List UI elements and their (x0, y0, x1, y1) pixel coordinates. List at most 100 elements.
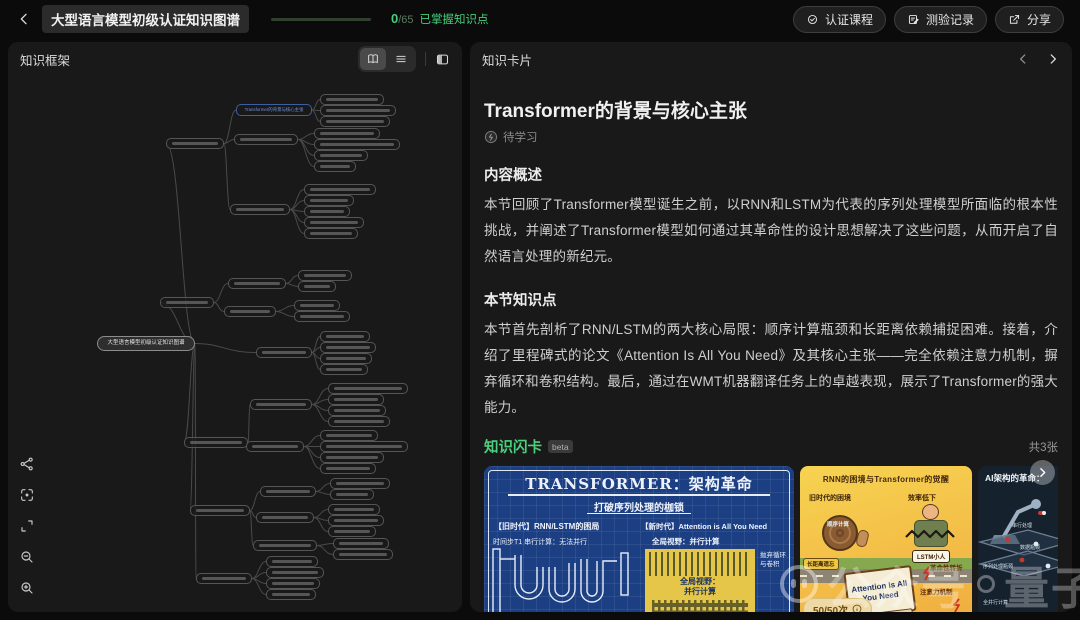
mindmap-node[interactable] (328, 394, 384, 405)
mindmap-toolbar (19, 456, 35, 596)
mindmap-node[interactable] (304, 228, 358, 239)
mindmap-node[interactable] (314, 128, 380, 139)
mindmap-node[interactable] (256, 347, 312, 358)
progress-count: 0 /65 已掌握知识点 (391, 11, 489, 27)
flashcard-quota-badge[interactable]: 50/50次 (803, 598, 872, 612)
share-graph-icon (19, 456, 35, 472)
mindmap-node[interactable] (330, 478, 390, 489)
mindmap-node[interactable] (320, 94, 384, 105)
graph-layout-button[interactable] (19, 456, 35, 472)
next-card-button[interactable] (1046, 52, 1060, 66)
mindmap-node[interactable] (234, 134, 298, 145)
mindmap-node[interactable] (266, 567, 324, 578)
mindmap-node[interactable] (298, 281, 336, 292)
flashcard-tech[interactable]: AI架构的革命： 串行处理 数据瓶颈 序列处理瓶颈 全并行计算 ✓ RNN CN… (978, 466, 1058, 612)
mindmap-node[interactable] (228, 278, 286, 289)
mindmap-node[interactable] (328, 504, 380, 515)
mindmap-node[interactable] (266, 589, 316, 600)
mindmap-node[interactable] (320, 331, 370, 342)
mindmap-node[interactable] (314, 139, 400, 150)
back-button[interactable] (16, 11, 32, 27)
mindmap-node[interactable] (320, 342, 376, 353)
certification-course-button[interactable]: 认证课程 (793, 6, 886, 33)
prev-card-button[interactable] (1016, 52, 1030, 66)
mindmap-node[interactable] (196, 573, 252, 584)
flashcard-blueprint[interactable]: TRANSFORMER：架构革命 打破序列处理的枷锁 【旧时代】RNN/LSTM… (484, 466, 794, 612)
flashcard-comic[interactable]: RNN的困境与Transformer的觉醒 旧时代的困境 效率低下 顺序计算 L… (800, 466, 972, 612)
mindmap-node[interactable] (328, 383, 408, 394)
mindmap-node[interactable] (304, 217, 364, 228)
fc3-seq-bottleneck: 序列处理瓶颈 (983, 563, 1013, 570)
mindmap-node[interactable] (184, 437, 248, 448)
fc1-serial-label: 时间步T1 串行计算：无法并行 (493, 537, 587, 547)
mindmap-node[interactable] (320, 430, 378, 441)
mindmap-node[interactable] (298, 270, 352, 281)
fc1-rule-2 (587, 513, 691, 514)
mindmap-active-node[interactable]: Transformer的背景与核心主张 (236, 104, 312, 116)
mindmap-node[interactable] (304, 195, 354, 206)
mindmap-root-node[interactable]: 大型语言模型初级认证知识图谱 (97, 336, 195, 351)
mindmap-node[interactable] (328, 515, 384, 526)
mindmap-node[interactable] (294, 311, 350, 322)
chevron-left-icon (1016, 52, 1030, 66)
mindmap-node[interactable] (328, 405, 386, 416)
mindmap-node[interactable] (328, 416, 390, 427)
fullscreen-button[interactable] (19, 518, 35, 534)
focus-center-button[interactable] (19, 487, 35, 503)
mindmap-node[interactable] (333, 549, 393, 560)
zoom-in-button[interactable] (19, 580, 35, 596)
mindmap-node[interactable] (266, 578, 320, 589)
mindmap-node[interactable] (304, 184, 376, 195)
mindmap-node[interactable] (333, 538, 389, 549)
mindmap-node[interactable] (250, 399, 312, 410)
mindmap-node[interactable] (266, 556, 318, 567)
mindmap-node[interactable] (253, 540, 317, 551)
map-view-button[interactable] (360, 48, 386, 70)
mindmap-node[interactable] (314, 161, 356, 172)
mindmap-node[interactable] (304, 206, 350, 217)
fc1-rule (508, 494, 770, 496)
fc1-subtitle: 打破序列处理的枷锁 (484, 499, 794, 514)
fc1-global-label: 全局视野：并行计算 (652, 536, 720, 547)
mindmap-node[interactable] (224, 306, 276, 317)
badge-check-icon (806, 13, 819, 26)
mindmap-node[interactable] (330, 489, 374, 500)
header-divider (425, 52, 426, 66)
mindmap-node[interactable] (256, 512, 314, 523)
knowledge-framework-panel: 知识框架 大型语言模型初级认证知识图谱Transformer的背景与核心主张 (8, 42, 462, 612)
flashcards-next-button[interactable] (1030, 460, 1055, 485)
status-badge-icon (484, 130, 498, 144)
mindmap-node[interactable] (328, 526, 376, 537)
points-text: 本节首先剖析了RNN/LSTM的两大核心局限：顺序计算瓶颈和长距离依赖捕捉困难。… (484, 317, 1058, 421)
mindmap-node[interactable] (246, 441, 304, 452)
mindmap-node[interactable] (320, 353, 372, 364)
mindmap-node[interactable] (320, 364, 368, 375)
share-button[interactable]: 分享 (995, 6, 1064, 33)
quiz-record-button[interactable]: 测验记录 (894, 6, 987, 33)
mindmap-canvas[interactable]: 大型语言模型初级认证知识图谱 Transformer的背景与核心主张 (8, 42, 462, 612)
mindmap-node[interactable] (314, 150, 368, 161)
mindmap-node[interactable] (160, 297, 214, 308)
mindmap-node[interactable] (166, 138, 224, 149)
mindmap-node[interactable] (320, 105, 396, 116)
mindmap-node[interactable] (260, 486, 316, 497)
list-view-button[interactable] (388, 48, 414, 70)
mindmap-node[interactable] (320, 463, 376, 474)
mindmap-node[interactable] (320, 441, 408, 452)
beta-badge: beta (548, 440, 573, 453)
view-toggle (358, 46, 416, 72)
info-icon (852, 604, 862, 612)
mindmap-node[interactable] (320, 452, 384, 463)
mindmap-node[interactable] (230, 204, 290, 215)
page-title: 大型语言模型初级认证知识图谱 (42, 5, 249, 33)
knowledge-card-panel: 知识卡片 Transformer的背景与核心主张 待学习 内容概述 本节回顾了T… (470, 42, 1072, 612)
mindmap-node[interactable] (294, 300, 340, 311)
app: { "topbar": { "title": "大型语言模型初级认证知识图谱",… (0, 0, 1080, 620)
mindmap-node[interactable] (190, 505, 250, 516)
right-panel-header: 知识卡片 (470, 42, 1072, 76)
collapse-panel-button[interactable] (435, 52, 450, 67)
mindmap-node[interactable] (320, 116, 390, 127)
chevron-right-icon (1046, 52, 1060, 66)
zoom-out-button[interactable] (19, 549, 35, 565)
pipes-illustration (489, 547, 637, 612)
